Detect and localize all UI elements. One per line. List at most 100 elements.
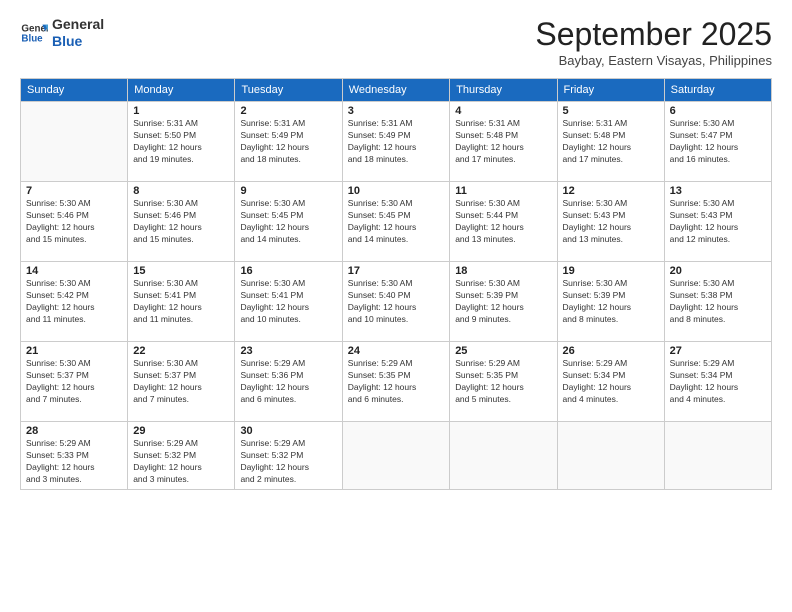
table-row: 18Sunrise: 5:30 AM Sunset: 5:39 PM Dayli… bbox=[450, 262, 557, 342]
day-number: 6 bbox=[670, 105, 766, 117]
table-row: 22Sunrise: 5:30 AM Sunset: 5:37 PM Dayli… bbox=[128, 342, 235, 422]
table-row: 24Sunrise: 5:29 AM Sunset: 5:35 PM Dayli… bbox=[342, 342, 449, 422]
day-info: Sunrise: 5:30 AM Sunset: 5:38 PM Dayligh… bbox=[670, 278, 766, 326]
table-row: 10Sunrise: 5:30 AM Sunset: 5:45 PM Dayli… bbox=[342, 182, 449, 262]
table-row: 16Sunrise: 5:30 AM Sunset: 5:41 PM Dayli… bbox=[235, 262, 342, 342]
table-row: 7Sunrise: 5:30 AM Sunset: 5:46 PM Daylig… bbox=[21, 182, 128, 262]
table-row: 21Sunrise: 5:30 AM Sunset: 5:37 PM Dayli… bbox=[21, 342, 128, 422]
table-row: 25Sunrise: 5:29 AM Sunset: 5:35 PM Dayli… bbox=[450, 342, 557, 422]
day-number: 14 bbox=[26, 265, 122, 277]
table-row: 19Sunrise: 5:30 AM Sunset: 5:39 PM Dayli… bbox=[557, 262, 664, 342]
day-info: Sunrise: 5:30 AM Sunset: 5:43 PM Dayligh… bbox=[563, 198, 659, 246]
day-number: 5 bbox=[563, 105, 659, 117]
day-number: 2 bbox=[240, 105, 336, 117]
day-number: 29 bbox=[133, 425, 229, 437]
day-number: 4 bbox=[455, 105, 551, 117]
table-row: 1Sunrise: 5:31 AM Sunset: 5:50 PM Daylig… bbox=[128, 102, 235, 182]
day-info: Sunrise: 5:30 AM Sunset: 5:37 PM Dayligh… bbox=[133, 358, 229, 406]
day-info: Sunrise: 5:29 AM Sunset: 5:32 PM Dayligh… bbox=[240, 438, 336, 486]
table-row: 5Sunrise: 5:31 AM Sunset: 5:48 PM Daylig… bbox=[557, 102, 664, 182]
calendar-table: Sunday Monday Tuesday Wednesday Thursday… bbox=[20, 78, 772, 490]
day-info: Sunrise: 5:31 AM Sunset: 5:48 PM Dayligh… bbox=[563, 118, 659, 166]
day-info: Sunrise: 5:29 AM Sunset: 5:34 PM Dayligh… bbox=[563, 358, 659, 406]
calendar-header-row: Sunday Monday Tuesday Wednesday Thursday… bbox=[21, 79, 772, 102]
page: General Blue General Blue September 2025… bbox=[0, 0, 792, 612]
table-row: 3Sunrise: 5:31 AM Sunset: 5:49 PM Daylig… bbox=[342, 102, 449, 182]
day-info: Sunrise: 5:30 AM Sunset: 5:39 PM Dayligh… bbox=[563, 278, 659, 326]
day-number: 30 bbox=[240, 425, 336, 437]
day-number: 13 bbox=[670, 185, 766, 197]
table-row bbox=[450, 422, 557, 490]
day-number: 12 bbox=[563, 185, 659, 197]
day-number: 10 bbox=[348, 185, 444, 197]
col-monday: Monday bbox=[128, 79, 235, 102]
day-info: Sunrise: 5:30 AM Sunset: 5:41 PM Dayligh… bbox=[133, 278, 229, 326]
day-number: 1 bbox=[133, 105, 229, 117]
day-info: Sunrise: 5:29 AM Sunset: 5:35 PM Dayligh… bbox=[455, 358, 551, 406]
logo-text: General Blue bbox=[52, 16, 104, 50]
table-row: 28Sunrise: 5:29 AM Sunset: 5:33 PM Dayli… bbox=[21, 422, 128, 490]
day-number: 27 bbox=[670, 345, 766, 357]
day-info: Sunrise: 5:30 AM Sunset: 5:37 PM Dayligh… bbox=[26, 358, 122, 406]
table-row: 8Sunrise: 5:30 AM Sunset: 5:46 PM Daylig… bbox=[128, 182, 235, 262]
day-info: Sunrise: 5:31 AM Sunset: 5:48 PM Dayligh… bbox=[455, 118, 551, 166]
day-info: Sunrise: 5:30 AM Sunset: 5:39 PM Dayligh… bbox=[455, 278, 551, 326]
header: General Blue General Blue September 2025… bbox=[20, 16, 772, 68]
day-number: 18 bbox=[455, 265, 551, 277]
table-row: 29Sunrise: 5:29 AM Sunset: 5:32 PM Dayli… bbox=[128, 422, 235, 490]
table-row: 20Sunrise: 5:30 AM Sunset: 5:38 PM Dayli… bbox=[664, 262, 771, 342]
day-info: Sunrise: 5:30 AM Sunset: 5:46 PM Dayligh… bbox=[26, 198, 122, 246]
day-info: Sunrise: 5:30 AM Sunset: 5:41 PM Dayligh… bbox=[240, 278, 336, 326]
day-info: Sunrise: 5:30 AM Sunset: 5:47 PM Dayligh… bbox=[670, 118, 766, 166]
day-number: 28 bbox=[26, 425, 122, 437]
day-number: 11 bbox=[455, 185, 551, 197]
col-saturday: Saturday bbox=[664, 79, 771, 102]
day-number: 15 bbox=[133, 265, 229, 277]
table-row: 13Sunrise: 5:30 AM Sunset: 5:43 PM Dayli… bbox=[664, 182, 771, 262]
day-info: Sunrise: 5:30 AM Sunset: 5:40 PM Dayligh… bbox=[348, 278, 444, 326]
table-row: 2Sunrise: 5:31 AM Sunset: 5:49 PM Daylig… bbox=[235, 102, 342, 182]
table-row: 14Sunrise: 5:30 AM Sunset: 5:42 PM Dayli… bbox=[21, 262, 128, 342]
day-number: 23 bbox=[240, 345, 336, 357]
table-row: 27Sunrise: 5:29 AM Sunset: 5:34 PM Dayli… bbox=[664, 342, 771, 422]
day-number: 17 bbox=[348, 265, 444, 277]
table-row bbox=[557, 422, 664, 490]
day-number: 3 bbox=[348, 105, 444, 117]
day-info: Sunrise: 5:31 AM Sunset: 5:49 PM Dayligh… bbox=[240, 118, 336, 166]
month-title: September 2025 bbox=[535, 16, 772, 53]
title-block: September 2025 Baybay, Eastern Visayas, … bbox=[535, 16, 772, 68]
table-row: 4Sunrise: 5:31 AM Sunset: 5:48 PM Daylig… bbox=[450, 102, 557, 182]
day-number: 25 bbox=[455, 345, 551, 357]
day-number: 21 bbox=[26, 345, 122, 357]
col-friday: Friday bbox=[557, 79, 664, 102]
day-info: Sunrise: 5:30 AM Sunset: 5:45 PM Dayligh… bbox=[348, 198, 444, 246]
table-row: 6Sunrise: 5:30 AM Sunset: 5:47 PM Daylig… bbox=[664, 102, 771, 182]
table-row bbox=[21, 102, 128, 182]
day-number: 24 bbox=[348, 345, 444, 357]
day-info: Sunrise: 5:29 AM Sunset: 5:36 PM Dayligh… bbox=[240, 358, 336, 406]
day-info: Sunrise: 5:29 AM Sunset: 5:34 PM Dayligh… bbox=[670, 358, 766, 406]
table-row bbox=[664, 422, 771, 490]
day-number: 22 bbox=[133, 345, 229, 357]
table-row: 9Sunrise: 5:30 AM Sunset: 5:45 PM Daylig… bbox=[235, 182, 342, 262]
day-number: 8 bbox=[133, 185, 229, 197]
col-tuesday: Tuesday bbox=[235, 79, 342, 102]
logo: General Blue General Blue bbox=[20, 16, 104, 50]
table-row: 15Sunrise: 5:30 AM Sunset: 5:41 PM Dayli… bbox=[128, 262, 235, 342]
day-number: 16 bbox=[240, 265, 336, 277]
day-info: Sunrise: 5:31 AM Sunset: 5:49 PM Dayligh… bbox=[348, 118, 444, 166]
day-info: Sunrise: 5:29 AM Sunset: 5:33 PM Dayligh… bbox=[26, 438, 122, 486]
table-row bbox=[342, 422, 449, 490]
table-row: 23Sunrise: 5:29 AM Sunset: 5:36 PM Dayli… bbox=[235, 342, 342, 422]
day-info: Sunrise: 5:29 AM Sunset: 5:35 PM Dayligh… bbox=[348, 358, 444, 406]
logo-icon: General Blue bbox=[20, 19, 48, 47]
day-info: Sunrise: 5:29 AM Sunset: 5:32 PM Dayligh… bbox=[133, 438, 229, 486]
day-number: 9 bbox=[240, 185, 336, 197]
day-info: Sunrise: 5:31 AM Sunset: 5:50 PM Dayligh… bbox=[133, 118, 229, 166]
location: Baybay, Eastern Visayas, Philippines bbox=[535, 53, 772, 68]
day-info: Sunrise: 5:30 AM Sunset: 5:44 PM Dayligh… bbox=[455, 198, 551, 246]
day-info: Sunrise: 5:30 AM Sunset: 5:43 PM Dayligh… bbox=[670, 198, 766, 246]
col-sunday: Sunday bbox=[21, 79, 128, 102]
day-number: 19 bbox=[563, 265, 659, 277]
day-info: Sunrise: 5:30 AM Sunset: 5:46 PM Dayligh… bbox=[133, 198, 229, 246]
